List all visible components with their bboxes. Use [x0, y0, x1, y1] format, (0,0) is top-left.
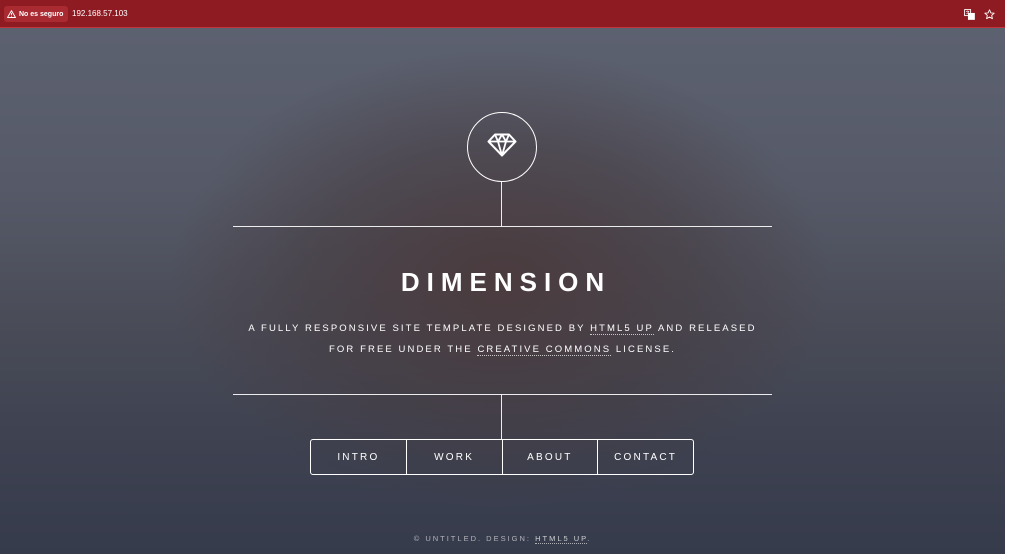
footer-suffix: .	[587, 534, 592, 543]
nav-intro[interactable]: INTRO	[311, 440, 406, 474]
footer-html5up-link[interactable]: HTML5 UP	[535, 534, 588, 544]
translate-icon[interactable]	[962, 7, 976, 21]
security-label: No es seguro	[19, 10, 64, 18]
site-title: DIMENSION	[400, 267, 612, 297]
creative-commons-link[interactable]: CREATIVE COMMONS	[477, 344, 612, 356]
connector-line-top	[501, 182, 502, 226]
page-viewport: DIMENSION A FULLY RESPONSIVE SITE TEMPLA…	[0, 28, 1005, 554]
footer-prefix: © UNTITLED. DESIGN:	[413, 534, 536, 543]
url-text[interactable]: 192.168.57.103	[72, 9, 128, 18]
tagline-text-1: A FULLY RESPONSIVE SITE TEMPLATE DESIGNE…	[248, 323, 591, 334]
browser-window: No es seguro 192.168.57.103 DIMENSION A …	[0, 0, 1005, 554]
diamond-icon	[487, 133, 517, 162]
warning-triangle-icon	[7, 10, 16, 18]
address-bar[interactable]: No es seguro 192.168.57.103	[0, 0, 1005, 28]
divider-bottom	[233, 394, 772, 395]
nav-about[interactable]: ABOUT	[501, 440, 598, 474]
tagline-text-3: LICENSE.	[611, 344, 677, 355]
footer-credits: © UNTITLED. DESIGN: HTML5 UP.	[233, 534, 772, 544]
main-nav: INTRO WORK ABOUT CONTACT	[310, 439, 694, 475]
logo-circle	[467, 112, 537, 182]
divider-top	[233, 226, 772, 227]
nav-work[interactable]: WORK	[405, 440, 502, 474]
tagline: A FULLY RESPONSIVE SITE TEMPLATE DESIGNE…	[233, 318, 772, 360]
nav-contact[interactable]: CONTACT	[597, 440, 693, 474]
star-icon[interactable]	[982, 7, 996, 21]
security-indicator[interactable]: No es seguro	[4, 6, 69, 22]
connector-line-bottom	[501, 394, 502, 439]
html5up-link[interactable]: HTML5 UP	[590, 323, 654, 335]
